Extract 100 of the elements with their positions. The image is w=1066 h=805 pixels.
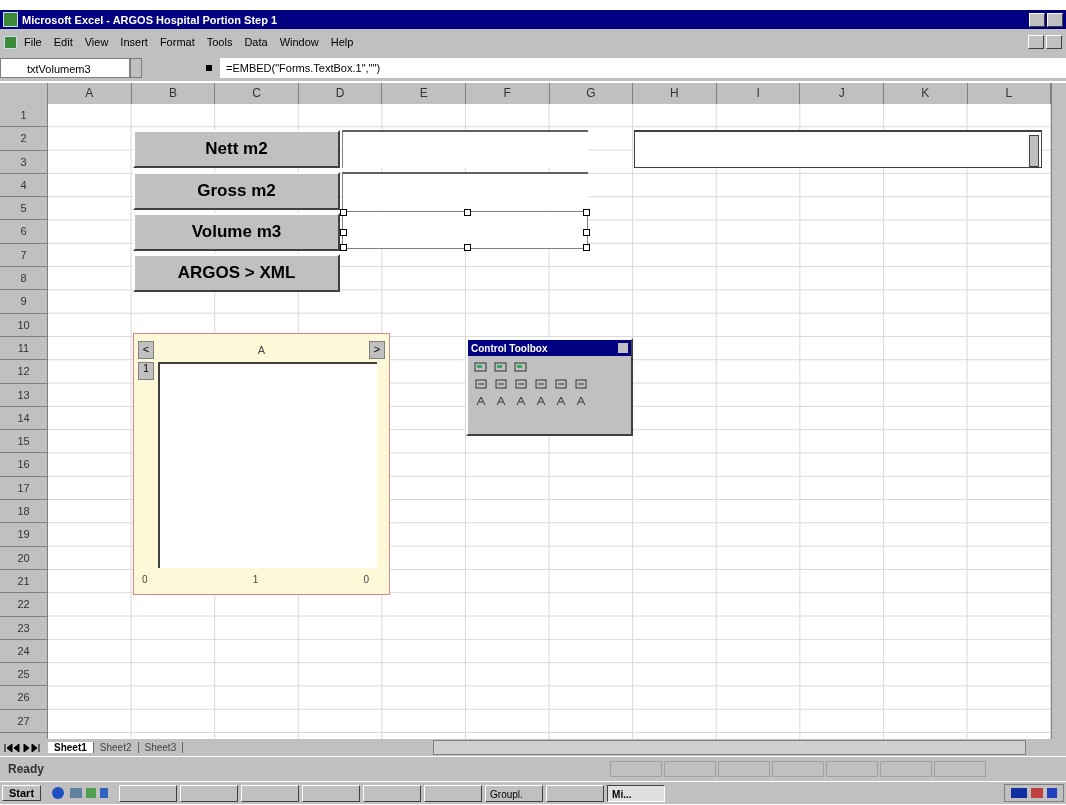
tool-icon[interactable]	[534, 395, 548, 407]
row-header[interactable]: 27	[0, 709, 48, 733]
sheet-tab[interactable]: Sheet2	[93, 742, 139, 754]
taskbar-button[interactable]	[302, 784, 361, 802]
restore-button[interactable]	[1046, 35, 1062, 49]
column-header[interactable]: C	[215, 83, 299, 104]
scroll-left-button[interactable]: <	[138, 341, 154, 359]
combo-box[interactable]	[634, 130, 1042, 168]
status-panel	[664, 761, 716, 778]
formula-field[interactable]: =EMBED("Forms.TextBox.1","")	[220, 58, 1066, 78]
row-header[interactable]: 4	[0, 173, 48, 198]
column-header[interactable]: B	[131, 83, 216, 104]
tool-icon[interactable]	[514, 361, 528, 373]
row-header[interactable]: 7	[0, 243, 48, 268]
row-header[interactable]: 1	[0, 104, 48, 128]
menu-item[interactable]: Tools	[201, 36, 238, 48]
column-header[interactable]: F	[465, 83, 550, 104]
column-header[interactable]: L	[967, 83, 1052, 104]
taskbar-button[interactable]	[363, 784, 422, 802]
taskbar-button[interactable]	[241, 784, 300, 802]
tool-icon[interactable]	[494, 361, 508, 373]
form-button[interactable]: Nett m2	[133, 130, 340, 168]
vertical-scrollbar[interactable]	[1051, 83, 1066, 740]
tool-icon[interactable]	[554, 378, 568, 390]
tool-icon[interactable]	[474, 395, 488, 407]
column-header[interactable]: E	[382, 83, 466, 104]
column-header[interactable]: K	[883, 83, 968, 104]
tool-icon[interactable]	[494, 378, 508, 390]
column-header[interactable]: D	[298, 83, 383, 104]
form-button[interactable]: Gross m2	[133, 172, 340, 210]
minimize-button[interactable]	[1028, 35, 1044, 49]
column-header[interactable]: H	[633, 83, 717, 104]
start-button[interactable]: Start	[2, 785, 42, 802]
row-header[interactable]: 21	[0, 569, 48, 594]
menu-item[interactable]: Edit	[48, 36, 78, 48]
footer-label: 0	[142, 573, 148, 585]
taskbar-button[interactable]: Mi...	[607, 784, 666, 802]
row-header[interactable]: 10	[0, 313, 48, 337]
row-header[interactable]: 6	[0, 220, 48, 244]
sheet-tab[interactable]: Sheet1	[48, 742, 94, 754]
row-header[interactable]: 20	[0, 546, 48, 570]
row-header[interactable]: 3	[0, 150, 48, 174]
footer-label: 0	[363, 573, 369, 585]
row-header[interactable]: 2	[0, 127, 48, 151]
menu-item[interactable]: Data	[239, 36, 273, 48]
menu-item[interactable]: View	[79, 36, 114, 48]
menu-item[interactable]: Window	[274, 36, 324, 48]
row-header[interactable]: 9	[0, 290, 48, 314]
tool-icon[interactable]	[494, 395, 508, 407]
row-header[interactable]: 15	[0, 430, 48, 454]
tool-icon[interactable]	[474, 361, 488, 373]
minimize-button[interactable]	[1029, 12, 1045, 27]
row-header[interactable]: 19	[0, 523, 48, 547]
row-header[interactable]: 26	[0, 686, 48, 710]
row-header[interactable]: 17	[0, 476, 48, 501]
row-header[interactable]: 8	[0, 267, 48, 291]
row-header[interactable]: 22	[0, 593, 48, 617]
sheet-tab[interactable]: Sheet3	[138, 742, 184, 754]
row-header[interactable]: 25	[0, 663, 48, 687]
column-header[interactable]: J	[800, 83, 884, 104]
row-header[interactable]: 23	[0, 616, 48, 640]
menu-item[interactable]: Insert	[115, 36, 153, 48]
tool-icon[interactable]	[554, 395, 568, 407]
tool-icon[interactable]	[514, 395, 528, 407]
menu-item[interactable]: File	[19, 36, 47, 48]
form-button[interactable]: Volume m3	[133, 213, 340, 251]
embedded-spreadsheet[interactable]: < A > 1 0 1 0	[133, 333, 390, 595]
row-header[interactable]: 16	[0, 453, 48, 477]
name-box[interactable]: txtVolumem3	[0, 58, 130, 78]
tool-icon[interactable]	[534, 378, 548, 390]
tool-icon[interactable]	[514, 378, 528, 390]
row-header: 1	[138, 362, 154, 380]
column-header[interactable]: I	[716, 83, 801, 104]
tool-icon[interactable]	[574, 378, 588, 390]
form-button[interactable]: ARGOS > XML	[133, 254, 340, 292]
row-header[interactable]: 18	[0, 500, 48, 524]
toolbox-title: Control Toolbox	[471, 342, 548, 354]
scroll-right-button[interactable]: >	[369, 341, 385, 359]
row-header[interactable]: 5	[0, 197, 48, 221]
text-box[interactable]	[342, 211, 588, 249]
column-header[interactable]: A	[48, 83, 132, 104]
horizontal-scrollbar[interactable]	[433, 740, 1026, 756]
taskbar-button[interactable]	[546, 784, 605, 802]
taskbar-button[interactable]: Groupl.	[485, 784, 544, 802]
row-header[interactable]: 13	[0, 383, 48, 407]
menu-item[interactable]: Format	[154, 36, 200, 48]
column-header[interactable]: G	[549, 83, 634, 104]
menu-item[interactable]: Help	[325, 36, 359, 48]
status-panel	[718, 761, 770, 778]
restore-button[interactable]	[1047, 12, 1063, 27]
row-header[interactable]: 12	[0, 360, 48, 384]
row-header[interactable]: 24	[0, 639, 48, 664]
row-header[interactable]: 11	[0, 336, 48, 361]
taskbar-button[interactable]	[119, 784, 178, 802]
row-header[interactable]: 14	[0, 406, 48, 431]
tool-icon[interactable]	[574, 395, 588, 407]
tool-icon[interactable]	[474, 378, 488, 390]
text-box[interactable]	[342, 172, 588, 210]
taskbar-button[interactable]	[180, 784, 239, 802]
taskbar-button[interactable]	[424, 784, 483, 802]
